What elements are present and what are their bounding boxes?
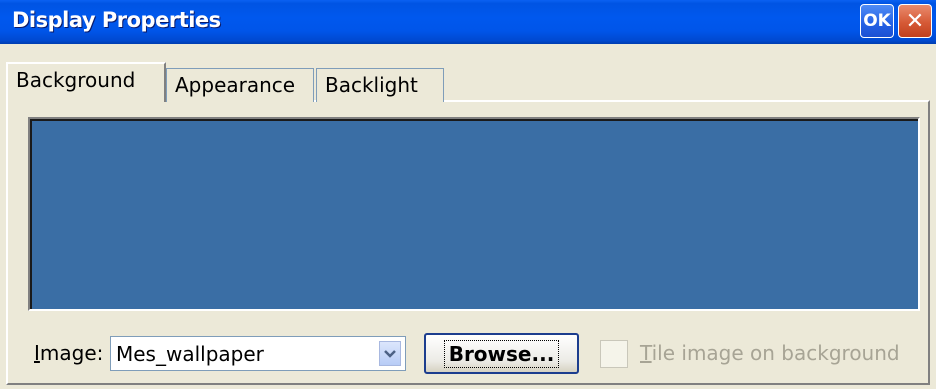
tile-image-checkbox[interactable] (600, 340, 628, 368)
display-properties-dialog: Display Properties OK ✕ Background Appea… (0, 0, 936, 389)
browse-button[interactable]: Browse... (424, 333, 579, 374)
background-preview (28, 117, 920, 311)
image-combobox[interactable]: Mes_wallpaper (110, 336, 406, 371)
close-icon: ✕ (905, 8, 925, 34)
tab-background[interactable]: Background (6, 62, 166, 102)
image-combobox-value: Mes_wallpaper (116, 342, 264, 366)
preview-area (30, 119, 918, 309)
tile-image-label: Tile image on background (640, 341, 900, 365)
image-label: Image: (34, 341, 104, 365)
ok-button[interactable]: OK (860, 4, 894, 38)
tab-backlight[interactable]: Backlight (316, 68, 444, 102)
image-dropdown-button[interactable] (379, 341, 401, 366)
window-title: Display Properties (12, 8, 221, 32)
tab-appearance[interactable]: Appearance (166, 68, 314, 102)
chevron-down-icon (384, 347, 396, 361)
title-bar[interactable]: Display Properties OK ✕ (0, 0, 936, 44)
close-button[interactable]: ✕ (898, 4, 932, 38)
browse-button-label: Browse... (443, 339, 560, 368)
